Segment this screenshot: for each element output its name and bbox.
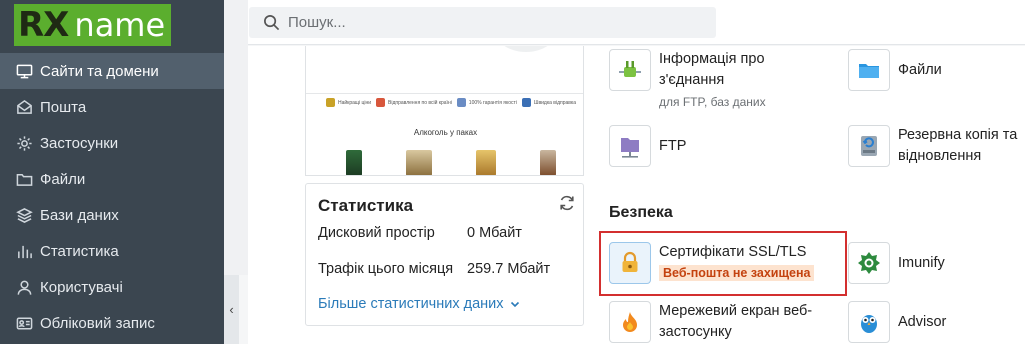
search-icon — [264, 15, 280, 31]
sidebar-item-apps[interactable]: Застосунки — [0, 125, 224, 161]
sidebar-item-account[interactable]: Обліковий запис — [0, 305, 224, 341]
logo[interactable]: RX name — [14, 4, 195, 46]
preview-features: Найкращі ціни Відправлення по всій країн… — [326, 98, 576, 107]
tool-web-app-firewall[interactable]: Мережевий екран веб-застосунку — [609, 301, 829, 343]
id-card-icon — [15, 314, 33, 332]
tool-name: Резервна копія та відновлення — [898, 127, 1018, 164]
chevron-down-icon — [510, 301, 519, 308]
tool-name: FTP — [659, 138, 687, 154]
stat-value: 259.7 Мбайт — [467, 261, 551, 277]
search-input[interactable] — [288, 14, 688, 31]
sidebar-item-users[interactable]: Користувачі — [0, 269, 224, 305]
preview-feature: Відправлення по всій країні — [376, 98, 452, 107]
tool-files[interactable]: Файли — [848, 49, 942, 91]
preview-decoration — [494, 46, 558, 52]
owl-icon — [848, 301, 890, 343]
sidebar-item-label: Застосунки — [40, 134, 119, 152]
lock-icon — [609, 242, 651, 284]
chevron-left-icon: ‹ — [229, 302, 234, 317]
tool-advisor[interactable]: Advisor — [848, 301, 946, 343]
statistics-card: Статистика Дисковий простір 0 Мбайт Траф… — [305, 183, 584, 326]
layers-icon — [15, 206, 33, 224]
gear-icon — [15, 134, 33, 152]
tool-name: Файли — [898, 62, 942, 78]
preview-feature-label: Найкращі ціни — [338, 99, 372, 106]
preview-products — [346, 150, 556, 175]
divider — [306, 93, 583, 94]
refresh-icon — [560, 195, 574, 211]
sidebar-item-label: Статистика — [40, 242, 119, 260]
medal-icon — [326, 98, 335, 107]
backup-drive-icon — [848, 125, 890, 167]
sidebar-gutter — [224, 0, 248, 275]
logo-name: name — [72, 4, 172, 46]
webmail-warning-badge: Веб-пошта не захищена — [659, 265, 815, 281]
sidebar-item-mail[interactable]: Пошта — [0, 89, 224, 125]
sidebar-item-label: Обліковий запис — [40, 314, 155, 332]
preview-promo-title: Алкоголь у паках — [413, 128, 478, 137]
product-image — [540, 150, 556, 175]
stat-value: 0 Мбайт — [467, 225, 522, 241]
ftp-folder-icon — [609, 125, 651, 167]
stat-row-traffic: Трафік цього місяця 259.7 Мбайт — [318, 261, 550, 277]
folder-icon — [848, 49, 890, 91]
folder-icon — [15, 170, 33, 188]
mail-icon — [15, 98, 33, 116]
fire-icon — [609, 301, 651, 343]
product-image — [346, 150, 362, 175]
preview-feature: Найкращі ціни — [326, 98, 371, 107]
stat-label: Трафік цього місяця — [318, 261, 454, 277]
user-icon — [15, 278, 33, 296]
truck-icon — [521, 98, 531, 107]
more-statistics-link[interactable]: Більше статистичних даних — [318, 296, 520, 312]
stat-row-disk: Дисковий простір 0 Мбайт — [318, 225, 522, 241]
product-image — [406, 150, 432, 175]
tool-imunify[interactable]: Imunify — [848, 242, 945, 284]
logo-rx: RX — [14, 4, 73, 46]
sidebar-item-databases[interactable]: Бази даних — [0, 197, 224, 233]
sidebar-item-label: Файли — [40, 170, 86, 188]
sidebar-item-label: Сайти та домени — [40, 62, 159, 80]
sidebar-item-label: Користувачі — [40, 278, 123, 296]
plug-icon — [609, 49, 651, 91]
pin-icon — [376, 98, 386, 107]
monitor-icon — [15, 62, 33, 80]
imunify-shield-icon — [848, 242, 890, 284]
more-statistics-label: Більше статистичних даних — [318, 296, 504, 312]
sidebar-item-files[interactable]: Файли — [0, 161, 224, 197]
tool-connection-info[interactable]: Інформація про з'єднання для FTP, баз да… — [609, 49, 789, 109]
sidebar-item-statistics[interactable]: Статистика — [0, 233, 224, 269]
refresh-button[interactable] — [558, 194, 576, 212]
sidebar-item-label: Пошта — [40, 98, 87, 116]
sidebar: RX name Сайти та домени Пошта Застосунки… — [0, 0, 224, 344]
statistics-title: Статистика — [318, 196, 414, 215]
stat-label: Дисковий простір — [318, 225, 435, 241]
tool-subtitle: для FTP, баз даних — [659, 95, 766, 109]
tool-name: Imunify — [898, 255, 945, 271]
preview-feature: Швидка відправка — [521, 98, 576, 107]
preview-feature-label: Відправлення по всій країні — [388, 99, 452, 106]
security-section-title: Безпека — [609, 204, 673, 221]
tool-ssl-certificates[interactable]: Сертифікати SSL/TLS Веб-пошта не захищен… — [609, 242, 815, 284]
site-preview-thumbnail[interactable]: Найкращі ціни Відправлення по всій країн… — [305, 46, 584, 176]
tool-ftp[interactable]: FTP — [609, 125, 686, 167]
collapse-sidebar-button[interactable]: ‹ — [224, 275, 239, 344]
preview-feature: 100% гарантія якості — [456, 98, 517, 107]
tool-name: Сертифікати SSL/TLS — [659, 244, 807, 260]
preview-feature-label: 100% гарантія якості — [468, 99, 517, 106]
sidebar-item-label: Бази даних — [40, 206, 119, 224]
tool-name: Інформація про з'єднання — [659, 51, 765, 88]
product-image — [476, 150, 496, 175]
sidebar-item-sites-domains[interactable]: Сайти та домени — [0, 53, 224, 89]
certificate-icon — [456, 98, 466, 107]
tool-backup[interactable]: Резервна копія та відновлення — [848, 125, 1025, 167]
bar-chart-icon — [15, 242, 33, 260]
search-box[interactable] — [249, 7, 716, 38]
tool-name: Advisor — [898, 314, 947, 330]
tool-name: Мережевий екран веб-застосунку — [659, 303, 813, 340]
sidebar-nav: Сайти та домени Пошта Застосунки Файли Б… — [0, 53, 224, 341]
preview-feature-label: Швидка відправка — [533, 99, 576, 106]
